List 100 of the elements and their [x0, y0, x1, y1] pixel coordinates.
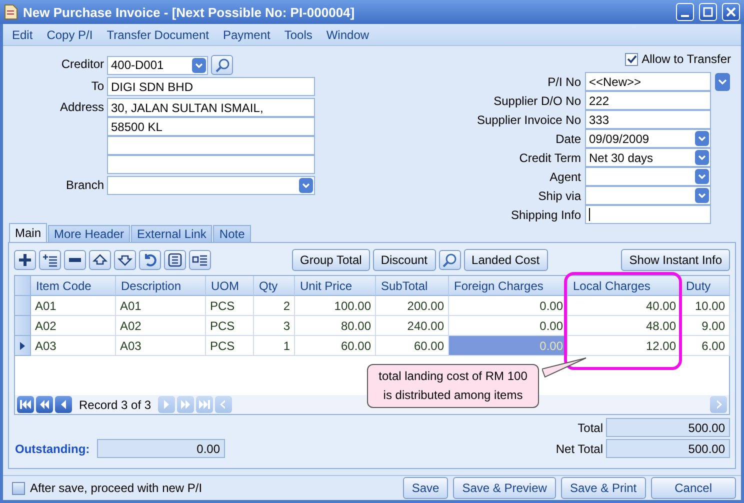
- column-header[interactable]: SubTotal: [376, 276, 449, 296]
- checkbox[interactable]: [12, 482, 25, 494]
- toolbar-button[interactable]: [139, 250, 161, 270]
- action-button[interactable]: Save: [402, 477, 448, 499]
- input-field[interactable]: 58500 KL: [107, 117, 315, 136]
- toolbar-button[interactable]: [164, 250, 186, 270]
- search-button[interactable]: [211, 55, 233, 75]
- table-cell: 60.00: [295, 336, 376, 356]
- table-cell: 80.00: [295, 316, 376, 336]
- field-label: To: [90, 78, 104, 95]
- table-cell: 9.00: [681, 316, 730, 336]
- dropdown-field[interactable]: 09/09/2009: [585, 129, 711, 148]
- toolbar-button[interactable]: Group Total: [292, 249, 370, 271]
- column-header[interactable]: Duty: [681, 276, 730, 296]
- menu-item[interactable]: Window: [326, 28, 370, 42]
- field-label: Supplier D/O No: [492, 92, 581, 110]
- column-header[interactable]: Description: [116, 276, 206, 296]
- toolbar-button[interactable]: Discount: [372, 249, 436, 271]
- column-header[interactable]: Qty: [254, 276, 295, 296]
- minimize-icon: [681, 15, 689, 17]
- menu-item[interactable]: Tools: [284, 28, 312, 42]
- menu-item[interactable]: Transfer Document: [106, 28, 209, 42]
- action-button[interactable]: Save & Print: [560, 477, 646, 499]
- tab[interactable]: Main: [9, 223, 48, 242]
- dropdown-icon[interactable]: [299, 178, 313, 193]
- tab[interactable]: External Link: [131, 225, 212, 242]
- input-field[interactable]: <<New>>: [585, 72, 711, 91]
- previous-record-button[interactable]: [55, 396, 72, 413]
- dropdown-icon[interactable]: [695, 169, 709, 184]
- action-button[interactable]: Cancel: [650, 477, 736, 499]
- table-cell: 60.00: [376, 336, 449, 356]
- field-label: Agent: [548, 168, 581, 186]
- menu-item[interactable]: Edit: [12, 28, 33, 42]
- column-header[interactable]: Local Charges: [568, 276, 681, 296]
- dropdown-field[interactable]: [107, 176, 315, 195]
- outstanding-label: Outstanding:: [15, 442, 91, 456]
- input-field[interactable]: [107, 136, 315, 155]
- insert-row-icon: [42, 252, 58, 268]
- search-button[interactable]: [438, 250, 461, 270]
- toolbar-button[interactable]: [114, 250, 136, 270]
- row-indicator[interactable]: [15, 336, 31, 356]
- table-cell: 10.00: [681, 296, 730, 316]
- minimize-button[interactable]: [676, 3, 694, 21]
- input-field[interactable]: [585, 205, 711, 224]
- dropdown-field[interactable]: Net 30 days: [585, 148, 711, 167]
- toolbar-button[interactable]: [89, 250, 111, 270]
- field-label: P/I No: [546, 74, 581, 90]
- column-header[interactable]: Unit Price: [295, 276, 376, 296]
- previous-page-button[interactable]: [36, 396, 53, 413]
- input-field[interactable]: 30, JALAN SULTAN ISMAIL,: [107, 98, 315, 117]
- menu-item[interactable]: Copy P/I: [46, 28, 93, 42]
- toolbar-button[interactable]: [189, 250, 211, 270]
- dropdown-icon[interactable]: [192, 58, 206, 72]
- field-label: Shipping Info: [510, 206, 581, 224]
- record-counter: Record 3 of 3: [78, 398, 152, 412]
- field-label: Branch: [64, 177, 104, 194]
- dropdown-field[interactable]: [585, 167, 711, 186]
- table-cell: 1: [254, 336, 295, 356]
- arrow-icon: [199, 400, 210, 409]
- column-header[interactable]: Foreign Charges: [449, 276, 568, 296]
- callout-note: total landing cost of RM 100 is distributed among items: [367, 364, 539, 408]
- first-record-button[interactable]: [17, 396, 34, 413]
- search-icon: [442, 252, 458, 268]
- input-field[interactable]: 222: [585, 91, 711, 110]
- input-field[interactable]: 333: [585, 110, 711, 129]
- input-field[interactable]: [107, 155, 315, 174]
- dropdown-icon[interactable]: [695, 131, 709, 146]
- dropdown-field[interactable]: 400-D001: [107, 56, 208, 74]
- table-cell: 0.00: [449, 316, 568, 336]
- menu-item[interactable]: Payment: [222, 28, 270, 42]
- maximize-button[interactable]: [699, 3, 717, 21]
- column-header[interactable]: Item Code: [31, 276, 116, 296]
- toolbar-button[interactable]: Landed Cost: [464, 249, 548, 271]
- undo-icon: [142, 252, 158, 268]
- arrow-icon: [39, 400, 50, 409]
- document-icon: [4, 4, 18, 20]
- add-row-button[interactable]: [14, 250, 36, 270]
- tab[interactable]: Note: [213, 225, 251, 242]
- total-label: Net Total: [556, 440, 603, 458]
- table-cell: A02: [31, 316, 116, 336]
- dropdown-icon[interactable]: [695, 150, 709, 165]
- delete-row-button[interactable]: [64, 250, 86, 270]
- column-header[interactable]: UOM: [206, 276, 254, 296]
- list-icon: [167, 252, 183, 268]
- input-field[interactable]: DIGI SDN BHD: [107, 77, 315, 96]
- dropdown-icon[interactable]: [715, 72, 730, 90]
- table-cell: 6.00: [681, 336, 730, 356]
- checkbox-label: After save, proceed with new P/I: [30, 481, 202, 495]
- field-label: Credit Term: [518, 150, 581, 166]
- tab[interactable]: More Header: [48, 225, 130, 242]
- action-button[interactable]: Save & Preview: [453, 477, 556, 499]
- dropdown-field[interactable]: [585, 186, 711, 205]
- instant-info-button[interactable]: Show Instant Info: [621, 249, 730, 271]
- field-label: Ship via: [537, 188, 581, 204]
- field-label: Date: [554, 130, 581, 148]
- checkbox[interactable]: [624, 52, 638, 66]
- dropdown-icon[interactable]: [695, 188, 709, 203]
- close-button[interactable]: [722, 3, 740, 21]
- close-icon: [726, 7, 736, 17]
- toolbar-button[interactable]: [39, 250, 61, 270]
